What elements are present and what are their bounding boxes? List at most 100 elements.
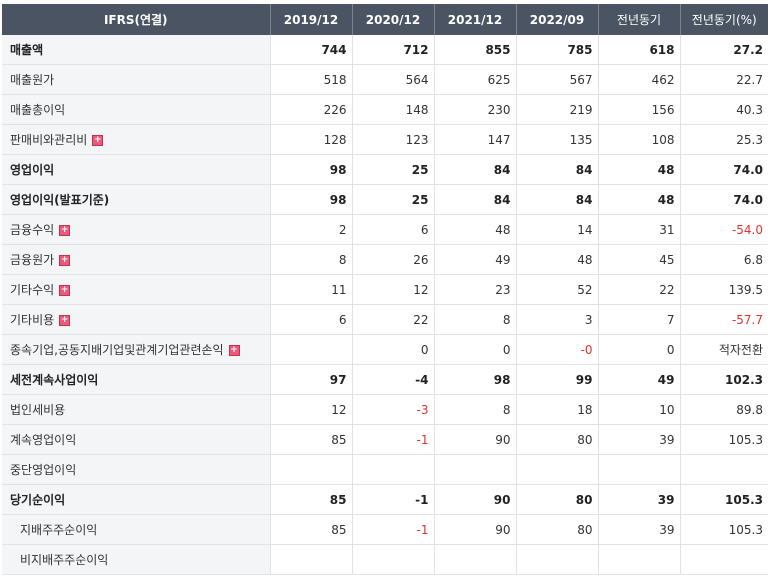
financial-table-container: IFRS(연결) 2019/12 2020/12 2021/12 2022/09… (0, 0, 778, 575)
value-cell: 11 (270, 274, 353, 305)
table-row: 기타수익 +11 12 23 52 22 139.5 (2, 274, 768, 305)
value-cell: -1 (352, 424, 435, 455)
value-cell: 462 (598, 64, 681, 95)
value-cell: 99 (516, 364, 599, 395)
value-cell: -3 (352, 394, 435, 425)
value-cell (434, 544, 517, 575)
plus-square-icon[interactable]: + (228, 345, 240, 356)
row-label-cell: 계속영업이익 (2, 424, 271, 455)
table-row: 매출총이익 226 148 230 219 156 40.3 (2, 94, 768, 125)
row-label: 매출액 (10, 43, 44, 57)
value-cell (516, 544, 599, 575)
value-cell: 90 (434, 424, 517, 455)
table-row: 종속기업,공동지배기업및관계기업관련손익 +0 0 -0 0 적자전환 (2, 334, 768, 365)
value-cell: 105.3 (680, 484, 768, 515)
value-cell: 39 (598, 484, 681, 515)
value-cell: 148 (352, 94, 435, 125)
value-cell: 8 (270, 244, 353, 275)
row-label-cell: 매출원가 (2, 64, 271, 95)
value-cell: 0 (434, 334, 517, 365)
value-cell: 84 (434, 184, 517, 215)
value-cell: 89.8 (680, 394, 768, 425)
value-cell: 98 (270, 154, 353, 185)
value-cell: 80 (516, 514, 599, 545)
table-row: 금융원가 +8 26 49 48 45 6.8 (2, 244, 768, 275)
row-label-cell: 당기순이익 (2, 484, 271, 515)
table-row: 판매비와관리비 +128 123 147 135 108 25.3 (2, 124, 768, 155)
value-cell: 적자전환 (680, 334, 768, 365)
value-cell: 0 (352, 334, 435, 365)
row-label: 금융원가 (10, 253, 55, 267)
value-cell: 6.8 (680, 244, 768, 275)
table-row: 기타비용 +6 22 8 3 7 -57.7 (2, 304, 768, 335)
plus-square-icon[interactable]: + (59, 285, 71, 296)
value-cell: 18 (516, 394, 599, 425)
row-label-cell[interactable]: 기타비용 + (2, 304, 271, 335)
row-label: 비지배주주순이익 (20, 553, 109, 567)
value-cell: -57.7 (680, 304, 768, 335)
table-row: 세전계속사업이익 97 -4 98 99 49 102.3 (2, 364, 768, 395)
value-cell: 31 (598, 214, 681, 245)
value-cell: 2 (270, 214, 353, 245)
value-cell: 230 (434, 94, 517, 125)
value-cell: 74.0 (680, 154, 768, 185)
value-cell: 84 (516, 184, 599, 215)
value-cell: 105.3 (680, 424, 768, 455)
value-cell: 48 (516, 244, 599, 275)
header-prev-period: 전년동기 (598, 4, 681, 35)
value-cell: 12 (270, 394, 353, 425)
row-label-cell: 매출총이익 (2, 94, 271, 125)
row-label-cell[interactable]: 기타수익 + (2, 274, 271, 305)
row-label-cell: 영업이익 (2, 154, 271, 185)
value-cell: 744 (270, 35, 353, 65)
table-row: 중단영업이익 (2, 454, 768, 485)
table-row: 매출액 744 712 855 785 618 27.2 (2, 35, 768, 65)
row-label-cell[interactable]: 종속기업,공동지배기업및관계기업관련손익 + (2, 334, 271, 365)
value-cell (434, 454, 517, 485)
value-cell: 22 (598, 274, 681, 305)
row-label-cell[interactable]: 금융수익 + (2, 214, 271, 245)
row-label: 당기순이익 (10, 493, 66, 507)
plus-square-icon[interactable]: + (59, 225, 71, 236)
value-cell: 128 (270, 124, 353, 155)
plus-square-icon[interactable]: + (92, 135, 104, 146)
header-prev-period-pct: 전년동기(%) (680, 4, 768, 35)
plus-square-icon[interactable]: + (59, 315, 71, 326)
value-cell: -1 (352, 484, 435, 515)
value-cell: 567 (516, 64, 599, 95)
value-cell: 25 (352, 154, 435, 185)
value-cell: 226 (270, 94, 353, 125)
value-cell: 7 (598, 304, 681, 335)
row-label: 세전계속사업이익 (10, 373, 99, 387)
value-cell: 10 (598, 394, 681, 425)
value-cell: 98 (434, 364, 517, 395)
row-label: 기타비용 (10, 313, 55, 327)
row-label: 종속기업,공동지배기업및관계기업관련손익 (10, 343, 224, 357)
value-cell (270, 544, 353, 575)
table-row: 계속영업이익 85 -1 90 80 39 105.3 (2, 424, 768, 455)
value-cell: 97 (270, 364, 353, 395)
value-cell (680, 454, 768, 485)
table-row: 영업이익(발표기준) 98 25 84 84 48 74.0 (2, 184, 768, 215)
row-label: 계속영업이익 (10, 433, 77, 447)
value-cell: 90 (434, 514, 517, 545)
row-label-cell[interactable]: 금융원가 + (2, 244, 271, 275)
plus-square-icon[interactable]: + (59, 255, 71, 266)
value-cell: 135 (516, 124, 599, 155)
value-cell: 105.3 (680, 514, 768, 545)
value-cell: 84 (434, 154, 517, 185)
table-row: 당기순이익 85 -1 90 80 39 105.3 (2, 484, 768, 515)
row-label: 매출원가 (10, 73, 55, 87)
value-cell: 855 (434, 35, 517, 65)
value-cell: -1 (352, 514, 435, 545)
row-label-cell: 법인세비용 (2, 394, 271, 425)
row-label-cell[interactable]: 판매비와관리비 + (2, 124, 271, 155)
value-cell: 74.0 (680, 184, 768, 215)
value-cell: 98 (270, 184, 353, 215)
table-row: 금융수익 +2 6 48 14 31 -54.0 (2, 214, 768, 245)
value-cell: 90 (434, 484, 517, 515)
row-label-cell: 지배주주순이익 (2, 514, 271, 545)
row-label: 기타수익 (10, 283, 55, 297)
value-cell: -4 (352, 364, 435, 395)
value-cell: 108 (598, 124, 681, 155)
